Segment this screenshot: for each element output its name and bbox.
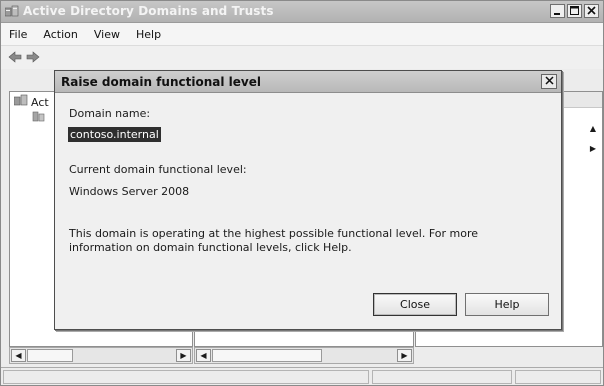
close-button[interactable]: Close: [373, 293, 457, 316]
domain-tree-icon[interactable]: [32, 110, 46, 126]
current-level-label: Current domain functional level:: [69, 163, 247, 176]
raise-functional-level-dialog: Raise domain functional level Domain nam…: [54, 70, 562, 330]
forward-arrow-icon[interactable]: [25, 50, 41, 64]
status-panel: [515, 370, 601, 384]
domain-name-value[interactable]: contoso.internal: [68, 127, 161, 142]
content-horizontal-scrollbar[interactable]: ◀ ▶: [194, 347, 414, 364]
dialog-title: Raise domain functional level: [61, 75, 261, 89]
info-text: This domain is operating at the highest …: [69, 227, 478, 254]
dialog-titlebar[interactable]: Raise domain functional level: [55, 71, 561, 93]
minimize-icon: [553, 5, 562, 18]
ad-domains-trusts-icon: [13, 94, 28, 110]
scroll-thumb[interactable]: [27, 349, 73, 362]
scroll-right-arrow-icon[interactable]: ▶: [176, 349, 191, 362]
collapse-arrow-icon[interactable]: ▲: [590, 124, 596, 133]
menu-file[interactable]: File: [9, 28, 27, 41]
scroll-right-arrow-icon[interactable]: ▶: [397, 349, 412, 362]
window-close-button[interactable]: [584, 4, 599, 18]
scroll-left-arrow-icon[interactable]: ◀: [196, 349, 211, 362]
back-arrow-icon[interactable]: [7, 50, 23, 64]
minimize-button[interactable]: [550, 4, 565, 18]
tree-root-label: Act: [31, 95, 49, 109]
more-actions-arrow-icon[interactable]: ▶: [590, 144, 596, 153]
close-icon: [587, 5, 596, 18]
tree-horizontal-scrollbar[interactable]: ◀ ▶: [9, 347, 193, 364]
domain-name-label: Domain name:: [69, 107, 151, 120]
help-button[interactable]: Help: [465, 293, 549, 316]
toolbar: [1, 45, 603, 69]
close-icon: [544, 75, 554, 88]
status-panel: [3, 370, 369, 384]
maximize-icon: [570, 5, 579, 18]
maximize-button[interactable]: [567, 4, 582, 18]
menu-view[interactable]: View: [94, 28, 120, 41]
window-title: Active Directory Domains and Trusts: [23, 4, 274, 18]
ad-domains-trusts-icon: [4, 5, 19, 18]
status-bar: [1, 367, 603, 385]
scroll-thumb[interactable]: [212, 349, 322, 362]
tree-root-item[interactable]: Act: [13, 94, 49, 110]
menu-help[interactable]: Help: [136, 28, 161, 41]
dialog-close-button[interactable]: [541, 74, 557, 89]
menu-bar: File Action View Help: [1, 23, 603, 45]
current-level-value: Windows Server 2008: [69, 185, 190, 198]
scroll-left-arrow-icon[interactable]: ◀: [11, 349, 26, 362]
menu-action[interactable]: Action: [43, 28, 77, 41]
main-titlebar[interactable]: Active Directory Domains and Trusts: [1, 1, 603, 23]
status-panel: [372, 370, 512, 384]
